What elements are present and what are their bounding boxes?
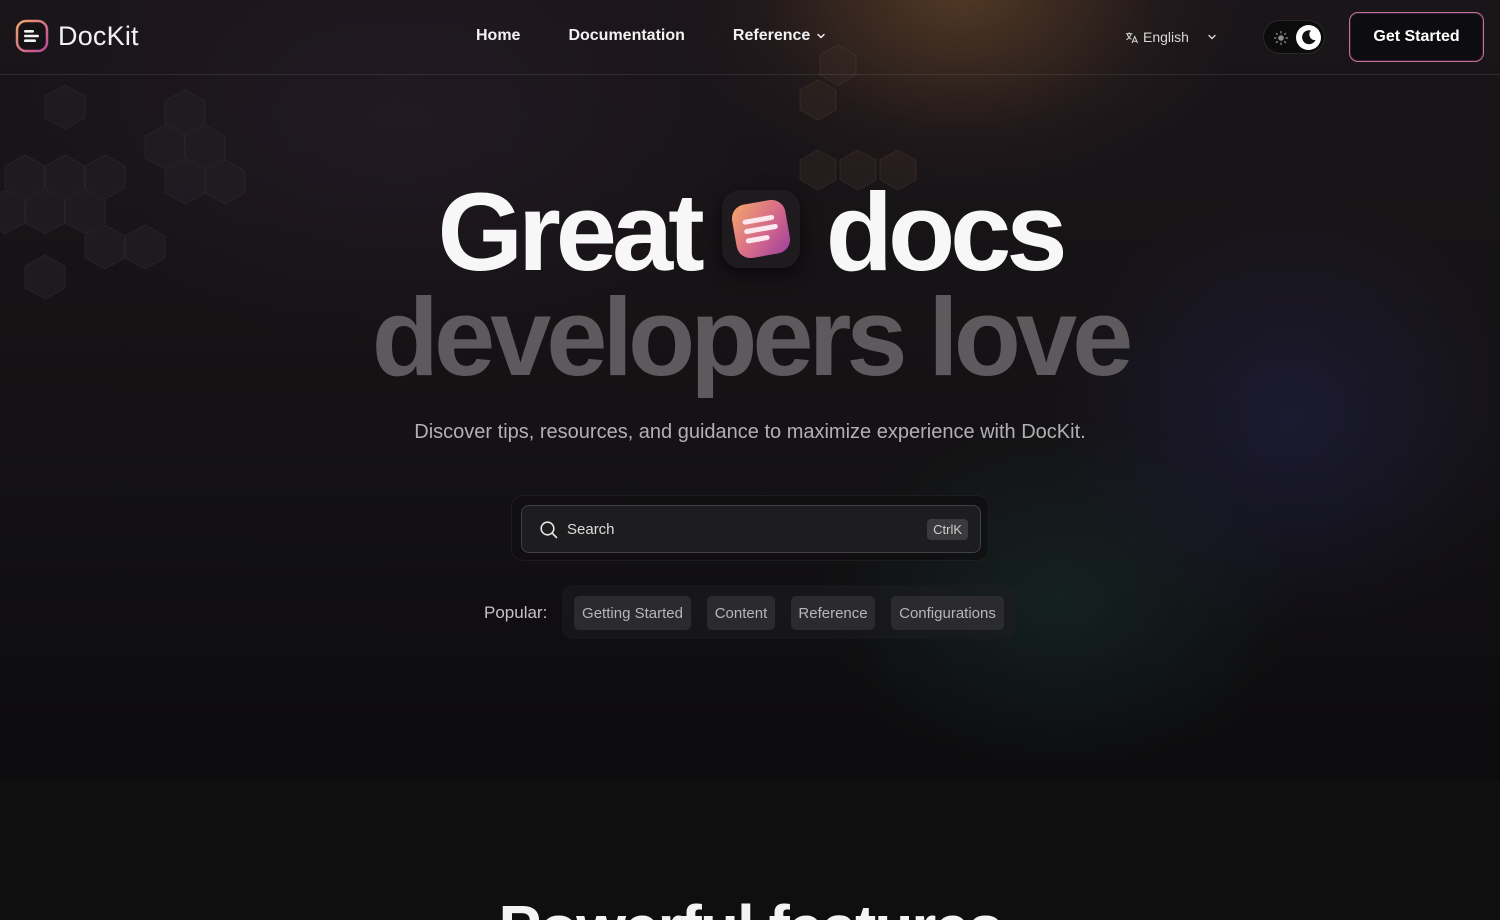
docs-app-icon	[721, 190, 800, 268]
headline-word: docs	[825, 171, 1068, 294]
theme-toggle[interactable]	[1263, 20, 1325, 54]
search-placeholder: Search	[567, 521, 615, 538]
hero-headline-line2: developers love	[371, 276, 1134, 399]
headline-word: Great	[437, 171, 704, 294]
popular-tags: Getting Started Content Reference Config…	[562, 585, 1016, 639]
features-section-title: Powerful features	[0, 893, 1500, 920]
search-container: Search CtrlK	[511, 495, 989, 561]
sun-icon	[1273, 30, 1289, 46]
dockit-logo-icon	[15, 19, 49, 53]
nav-item-label: Reference	[732, 27, 811, 44]
nav-item-home[interactable]: Home	[476, 27, 520, 45]
language-selector[interactable]: English	[1125, 29, 1217, 45]
hero-subtitle: Discover tips, resources, and guidance t…	[414, 421, 1086, 443]
brand-logo[interactable]: DocKit	[15, 19, 139, 53]
document-lines-icon	[731, 199, 790, 259]
popular-tag-content[interactable]: Content	[707, 596, 775, 630]
brand-name: DocKit	[58, 20, 139, 51]
keyboard-shortcut-badge: CtrlK	[927, 519, 968, 540]
nav-item-label: Home	[476, 27, 521, 44]
hero-headline-line1: Great docs	[0, 178, 1500, 288]
moon-icon	[1302, 30, 1316, 45]
chevron-down-icon	[1208, 34, 1216, 40]
popular-label: Popular:	[484, 603, 548, 622]
hero-section: DocKit Home Documentation Reference Engl…	[0, 0, 1500, 779]
nav-item-reference[interactable]: Reference	[733, 27, 826, 45]
language-label: English	[1143, 29, 1189, 45]
search-icon	[540, 521, 558, 539]
nav-item-label: Documentation	[568, 27, 685, 44]
search-input[interactable]: Search CtrlK	[521, 505, 981, 553]
popular-tag-getting-started[interactable]: Getting Started	[574, 596, 691, 630]
nav-item-documentation[interactable]: Documentation	[568, 27, 684, 45]
get-started-button[interactable]: Get Started	[1349, 12, 1484, 62]
popular-tag-reference[interactable]: Reference	[791, 596, 875, 630]
popular-tag-configurations[interactable]: Configurations	[891, 596, 1004, 630]
main-nav: Home Documentation Reference	[476, 27, 874, 45]
translate-icon	[1125, 31, 1138, 43]
chevron-down-icon	[817, 33, 826, 39]
top-navbar: DocKit Home Documentation Reference Engl…	[0, 0, 1500, 75]
